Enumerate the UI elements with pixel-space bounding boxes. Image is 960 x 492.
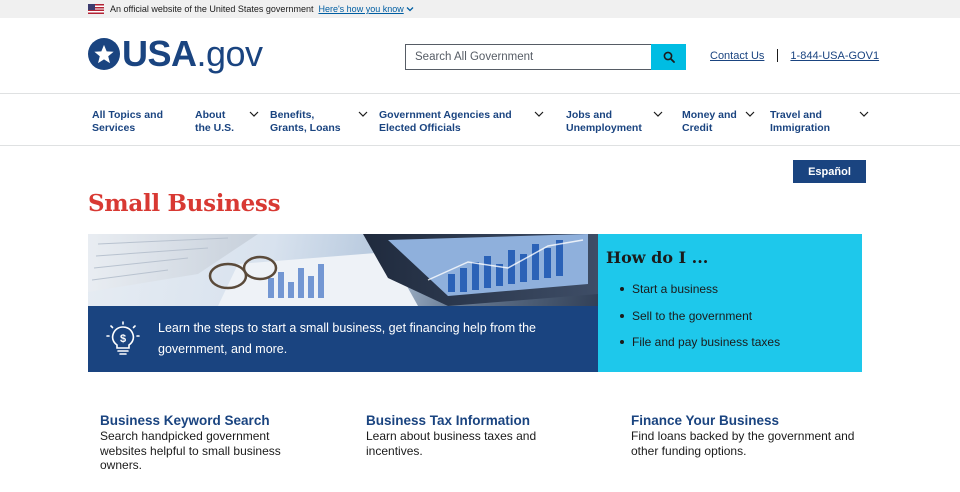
heres-how-you-know-label: Here's how you know bbox=[318, 4, 404, 14]
how-do-i-heading: How do I ... bbox=[606, 248, 709, 267]
divider bbox=[777, 49, 779, 62]
card-description: Learn about business taxes and incentive… bbox=[366, 429, 537, 458]
nav-about-the-us[interactable]: About the U.S. bbox=[195, 109, 259, 134]
nav-label: Benefits, Grants, Loans bbox=[270, 109, 341, 134]
how-do-i-sell-to-government-link[interactable]: Sell to the government bbox=[620, 303, 862, 330]
card-title-link[interactable]: Finance Your Business bbox=[631, 413, 881, 428]
contact-us-link[interactable]: Contact Us bbox=[710, 50, 764, 62]
how-do-i-list: Start a business Sell to the government … bbox=[606, 276, 862, 356]
star-icon bbox=[88, 38, 120, 70]
chevron-down-icon bbox=[249, 111, 259, 117]
usagov-logo[interactable]: USA.gov bbox=[88, 34, 263, 74]
chevron-down-icon bbox=[358, 111, 368, 117]
chevron-down-icon bbox=[859, 111, 869, 117]
hero-banner: $ Learn the steps to start a small busin… bbox=[88, 234, 862, 372]
card-finance-your-business: Finance Your Business Find loans backed … bbox=[631, 413, 881, 458]
search-input[interactable] bbox=[405, 44, 651, 70]
chevron-down-icon bbox=[534, 111, 544, 117]
nav-label: Jobs and Unemployment bbox=[566, 109, 642, 134]
page-title: Small Business bbox=[88, 190, 281, 217]
nav-money[interactable]: Money and Credit bbox=[682, 109, 755, 134]
nav-government-agencies[interactable]: Government Agencies and Elected Officials bbox=[379, 109, 544, 134]
heres-how-you-know-link[interactable]: Here's how you know bbox=[318, 4, 414, 14]
nav-label: About the U.S. bbox=[195, 109, 235, 134]
hero-caption-text: Learn the steps to start a small busines… bbox=[158, 321, 536, 356]
nav-travel[interactable]: Travel and Immigration bbox=[770, 109, 869, 134]
official-banner: An official website of the United States… bbox=[0, 0, 960, 18]
hero-caption: $ Learn the steps to start a small busin… bbox=[88, 306, 598, 372]
main-nav: All Topics and Services About the U.S. Ben… bbox=[0, 94, 960, 146]
search-icon bbox=[663, 51, 675, 63]
card-description: Find loans backed by the government and … bbox=[631, 429, 855, 458]
logo-text-rest: .gov bbox=[196, 33, 264, 74]
nav-all-topics[interactable]: All Topics and Services bbox=[92, 109, 163, 134]
nav-jobs[interactable]: Jobs and Unemployment bbox=[566, 109, 663, 134]
card-title-link[interactable]: Business Keyword Search bbox=[100, 413, 350, 428]
office-desk-image bbox=[88, 234, 598, 306]
card-business-keyword-search: Business Keyword Search Search handpicke… bbox=[100, 413, 350, 473]
us-flag-icon bbox=[88, 4, 104, 14]
card-business-tax-information: Business Tax Information Learn about bus… bbox=[366, 413, 616, 458]
chevron-down-icon bbox=[653, 111, 663, 117]
chevron-down-icon bbox=[406, 7, 414, 12]
svg-text:$: $ bbox=[120, 333, 126, 345]
how-do-i-start-business-link[interactable]: Start a business bbox=[620, 276, 862, 303]
logo-text-bold: USA bbox=[122, 33, 197, 74]
espanol-button[interactable]: Español bbox=[793, 160, 866, 183]
search-form bbox=[405, 44, 686, 70]
nav-label: All Topics and Services bbox=[92, 109, 163, 134]
chevron-down-icon bbox=[745, 111, 755, 117]
hero-image: $ Learn the steps to start a small busin… bbox=[88, 234, 598, 372]
logo-text: USA.gov bbox=[122, 34, 263, 74]
search-button[interactable] bbox=[651, 44, 686, 70]
nav-benefits[interactable]: Benefits, Grants, Loans bbox=[270, 109, 368, 134]
site-header: USA.gov Contact Us 1-844-USA-GOV1 bbox=[0, 18, 960, 94]
nav-label: Money and Credit bbox=[682, 109, 737, 134]
lightbulb-dollar-icon: $ bbox=[106, 321, 140, 355]
card-title-link[interactable]: Business Tax Information bbox=[366, 413, 616, 428]
card-description: Search handpicked government websites he… bbox=[100, 429, 281, 472]
phone-link[interactable]: 1-844-USA-GOV1 bbox=[790, 50, 879, 62]
official-banner-text: An official website of the United States… bbox=[110, 4, 314, 14]
how-do-i-panel: How do I ... Start a business Sell to th… bbox=[598, 234, 862, 372]
nav-label: Government Agencies and Elected Officials bbox=[379, 109, 512, 134]
contact-links: Contact Us 1-844-USA-GOV1 bbox=[710, 49, 879, 62]
how-do-i-file-taxes-link[interactable]: File and pay business taxes bbox=[620, 329, 862, 356]
nav-label: Travel and Immigration bbox=[770, 109, 831, 134]
